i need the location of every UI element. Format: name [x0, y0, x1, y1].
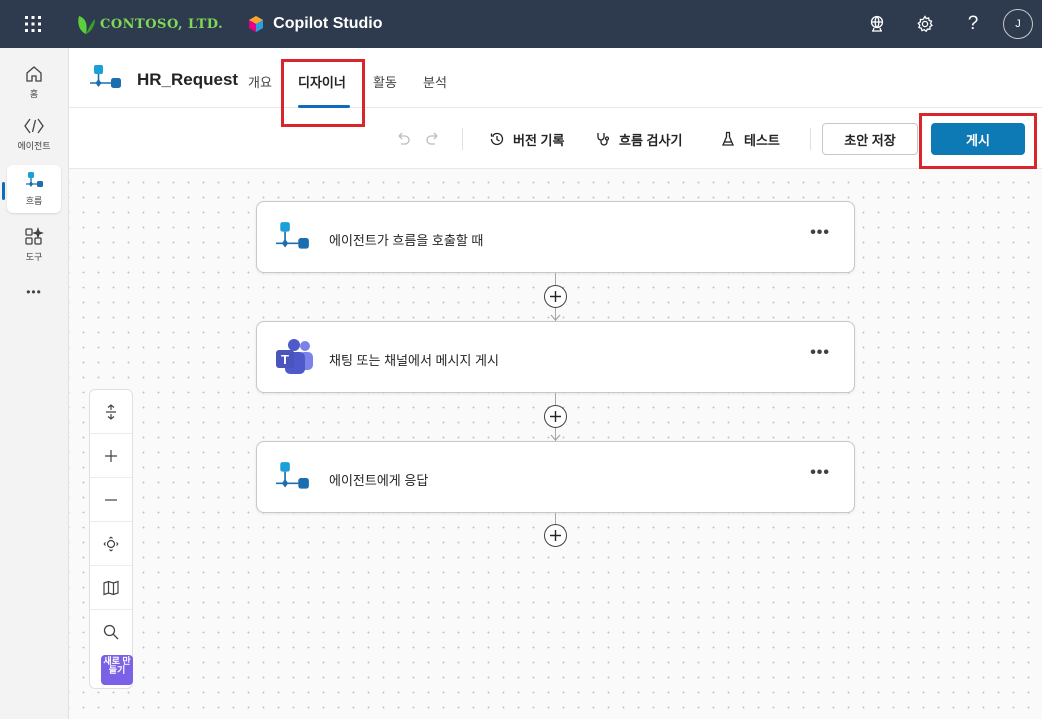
new-button[interactable]: 새로 만들기	[101, 655, 133, 685]
left-rail: 홈 에이전트 흐름 도구 •••	[0, 48, 69, 719]
version-history-button[interactable]: 버전 기록	[489, 128, 564, 150]
history-icon	[490, 132, 504, 146]
flow-checker-label: 흐름 검사기	[619, 132, 683, 148]
vertical-arrows-icon	[106, 403, 116, 420]
save-draft-button[interactable]: 초안 저장	[822, 123, 918, 155]
rail-item-agents[interactable]: 에이전트	[7, 110, 61, 158]
publish-button[interactable]: 게시	[931, 123, 1025, 155]
minus-icon	[105, 498, 117, 501]
flow-canvas[interactable]: 에이전트가 흐름을 호출할 때 ••• T 채팅 또는 채널에서 메시지 게시 …	[69, 169, 1042, 719]
rail-item-flows[interactable]: 흐름	[7, 165, 61, 213]
copilot-studio-logo-icon	[249, 16, 264, 32]
rail-item-label: 흐름	[25, 196, 43, 206]
minimap-button[interactable]	[90, 566, 132, 610]
plus-icon	[550, 411, 561, 422]
waffle-icon	[25, 16, 41, 32]
leaf-logo-icon	[78, 16, 95, 34]
tab-overview[interactable]: 개요	[248, 72, 272, 91]
rail-item-tools[interactable]: 도구	[7, 221, 61, 269]
designer-toolbar: 버전 기록 흐름 검사기 테스트 초안 저장 게시	[69, 108, 1042, 169]
add-step-button[interactable]	[544, 405, 567, 428]
flask-icon	[722, 131, 734, 146]
search-icon	[103, 624, 119, 640]
test-button[interactable]: 테스트	[720, 128, 780, 150]
company-name: CONTOSO, LTD.	[100, 16, 224, 32]
step-label: 에이전트가 흐름을 호출할 때	[329, 233, 484, 248]
rail-item-label: 홈	[29, 89, 39, 99]
version-history-label: 버전 기록	[513, 132, 565, 148]
toolbar-divider	[462, 128, 463, 150]
flow-icon	[276, 462, 309, 489]
teams-icon: T	[276, 339, 313, 374]
map-icon	[103, 580, 119, 595]
fit-vertical-button[interactable]	[90, 390, 132, 434]
arrow-down-icon	[550, 314, 561, 321]
stethoscope-icon	[597, 133, 610, 146]
zoom-out-button[interactable]	[90, 478, 132, 522]
home-icon	[26, 66, 42, 82]
flow-checker-button[interactable]: 흐름 검사기	[595, 128, 682, 150]
more-options-button[interactable]: •••	[810, 224, 830, 242]
redo-icon[interactable]	[425, 130, 441, 146]
zoom-in-button[interactable]	[90, 434, 132, 478]
fit-view-icon	[103, 536, 119, 551]
flow-icon	[276, 222, 309, 249]
tab-analytics[interactable]: 분석	[423, 72, 447, 91]
top-bar: CONTOSO, LTD. Copilot Studio ? J	[0, 0, 1042, 48]
globe-icon	[870, 15, 884, 32]
flow-header: HR_Request 개요 디자이너 활동 분석	[69, 48, 1042, 108]
more-options-button[interactable]: •••	[810, 464, 830, 482]
app-launcher-button[interactable]	[0, 0, 66, 48]
svg-text:T: T	[281, 352, 289, 367]
add-step-button[interactable]	[544, 524, 567, 547]
arrow-down-icon	[550, 434, 561, 441]
agent-icon	[24, 118, 44, 134]
gear-icon	[917, 15, 933, 33]
more-icon: •••	[26, 285, 42, 299]
product-brand[interactable]: Copilot Studio	[247, 15, 382, 33]
plus-icon	[550, 291, 561, 302]
tools-icon	[25, 227, 44, 245]
help-button[interactable]: ?	[949, 0, 997, 48]
flow-step-respond[interactable]: 에이전트에게 응답 •••	[256, 441, 855, 513]
undo-icon[interactable]	[395, 130, 411, 146]
plus-icon	[105, 449, 117, 462]
settings-button[interactable]	[901, 0, 949, 48]
flow-title: HR_Request	[137, 70, 239, 89]
flow-icon	[90, 65, 121, 88]
avatar-initial: J	[1015, 18, 1021, 30]
company-brand: CONTOSO, LTD.	[76, 13, 223, 35]
product-name: Copilot Studio	[273, 15, 383, 32]
canvas-controls: 새로 만들기	[89, 389, 133, 689]
environment-button[interactable]	[853, 0, 901, 48]
flow-step-trigger[interactable]: 에이전트가 흐름을 호출할 때 •••	[256, 201, 855, 273]
flow-step-post-message[interactable]: T 채팅 또는 채널에서 메시지 게시 •••	[256, 321, 855, 393]
flow-icon	[26, 172, 43, 187]
plus-icon	[550, 530, 561, 541]
search-button[interactable]	[90, 610, 132, 654]
rail-item-label: 도구	[25, 252, 43, 262]
step-label: 에이전트에게 응답	[329, 473, 429, 488]
main-area: HR_Request 개요 디자이너 활동 분석 버전 기록 흐름 검사기 테스…	[69, 48, 1042, 719]
tab-activity[interactable]: 활동	[373, 72, 397, 91]
fit-view-button[interactable]	[90, 522, 132, 566]
add-step-button[interactable]	[544, 285, 567, 308]
avatar[interactable]: J	[1003, 9, 1033, 39]
top-icons: ? J	[853, 0, 1042, 48]
active-indicator	[2, 182, 5, 200]
toolbar-divider	[810, 128, 811, 150]
rail-more-button[interactable]: •••	[7, 276, 61, 308]
rail-item-label: 에이전트	[17, 141, 51, 151]
tab-designer[interactable]: 디자이너	[298, 72, 346, 91]
rail-item-home[interactable]: 홈	[7, 58, 61, 106]
step-label: 채팅 또는 채널에서 메시지 게시	[329, 353, 499, 368]
more-options-button[interactable]: •••	[810, 344, 830, 362]
test-label: 테스트	[744, 132, 780, 148]
help-icon: ?	[967, 13, 979, 34]
